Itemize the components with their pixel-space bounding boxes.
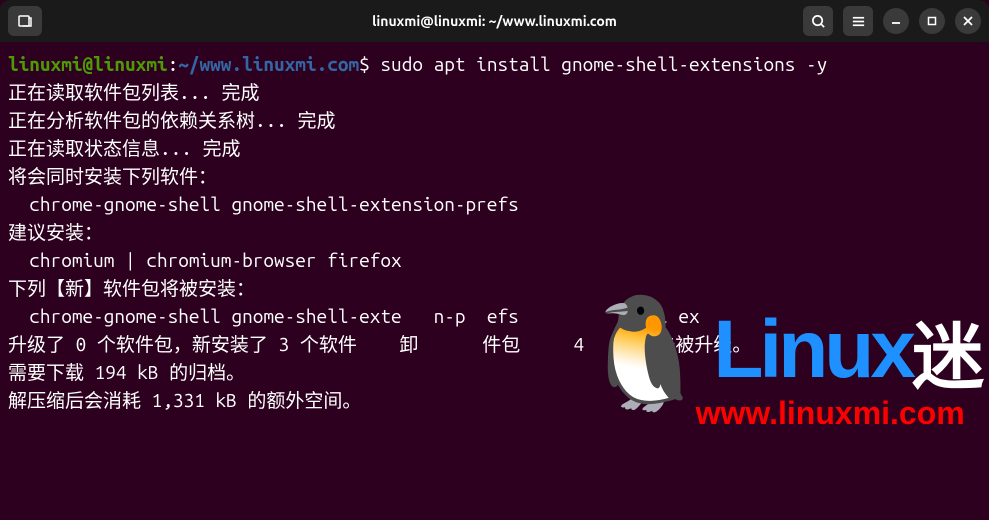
output-line: 正在读取状态信息... 完成 (8, 137, 241, 159)
output-line: efs (487, 305, 519, 327)
output-line: chromium | chromium-browser firefox (8, 249, 402, 271)
terminal-output[interactable]: linuxmi@linuxmi:~/www.linuxmi.com$ sudo … (0, 42, 989, 422)
maximize-button[interactable] (919, 8, 945, 34)
output-line: 升级了 0 个软件包，新安装了 3 个软件 (8, 333, 357, 355)
output-line: 需要下载 194 kB 的归档。 (8, 361, 245, 383)
hamburger-icon (851, 14, 866, 29)
command-text: sudo apt install gnome-shell-extensions … (380, 53, 827, 75)
minimize-button[interactable] (883, 8, 909, 34)
output-line: 下列【新】软件包将被安装： (8, 277, 255, 299)
output-line: 包未被升级。 (637, 333, 751, 355)
titlebar-right (803, 6, 981, 36)
output-line: n-p (434, 305, 466, 327)
maximize-icon (926, 15, 938, 27)
minimize-icon (890, 15, 902, 27)
new-tab-button[interactable] (8, 6, 42, 36)
prompt-user: linuxmi@linuxmi (8, 53, 168, 75)
prompt-sep2: $ (359, 53, 380, 75)
prompt-path: ~/www.linuxmi.com (178, 53, 359, 75)
output-line: 4 (573, 333, 584, 355)
output-line: chrome-gnome-shell gnome-shell-exte (8, 305, 402, 327)
output-line: chrome-gnome-shell gnome-shell-extension… (8, 193, 519, 215)
output-line: 正在分析软件包的依赖关系树... 完成 (8, 109, 336, 131)
output-line: 卸 (399, 333, 418, 355)
close-icon (962, 15, 974, 27)
prompt-sep1: : (168, 53, 179, 75)
titlebar-left (8, 6, 42, 36)
output-line: ell ex (636, 305, 700, 327)
output-line: 件包 (482, 333, 520, 355)
window-title: linuxmi@linuxmi: ~/www.linuxmi.com (372, 13, 617, 29)
new-tab-icon (17, 13, 33, 29)
output-line: 解压缩后会消耗 1,331 kB 的额外空间。 (8, 389, 361, 411)
output-line: 建议安装： (8, 221, 103, 243)
output-line: 将会同时安装下列软件： (8, 165, 217, 187)
window-titlebar: linuxmi@linuxmi: ~/www.linuxmi.com (0, 0, 989, 42)
output-line: 正在读取软件包列表... 完成 (8, 81, 260, 103)
search-icon (811, 14, 826, 29)
menu-button[interactable] (843, 6, 873, 36)
close-button[interactable] (955, 8, 981, 34)
search-button[interactable] (803, 6, 833, 36)
